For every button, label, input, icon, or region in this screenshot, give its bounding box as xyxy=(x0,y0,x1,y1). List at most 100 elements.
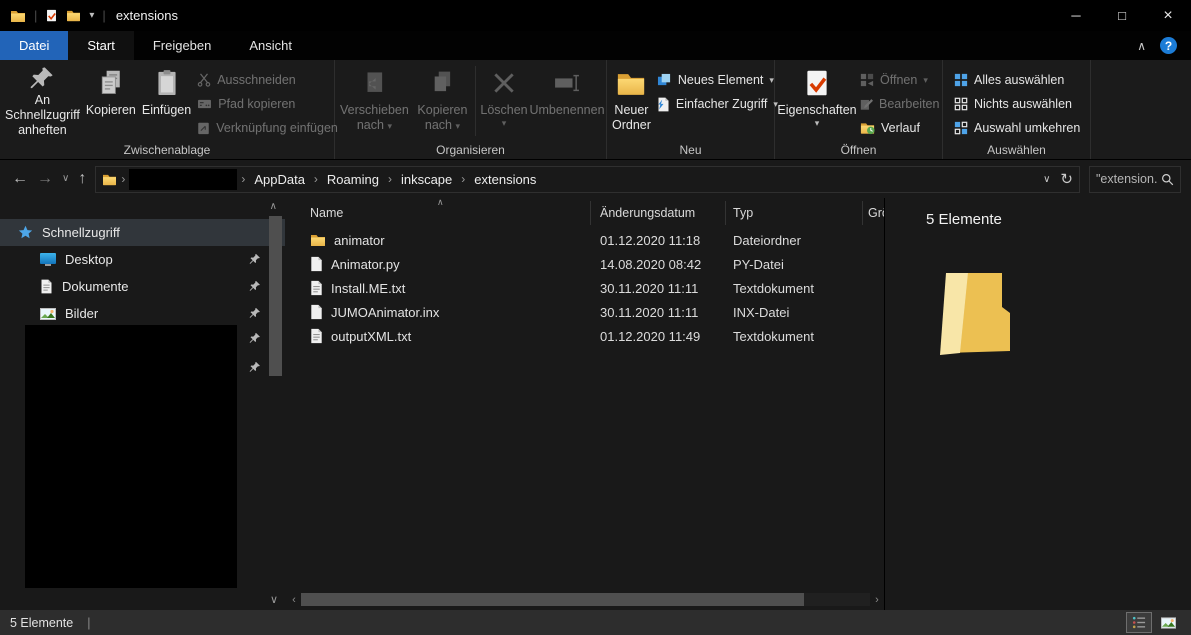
open-button[interactable]: Öffnen ▾ xyxy=(857,70,942,90)
sidebar-item-documents[interactable]: Dokumente xyxy=(0,273,285,300)
qat-properties-button[interactable] xyxy=(45,9,58,22)
select-all-button[interactable]: Alles auswählen xyxy=(951,70,1083,90)
maximize-button[interactable]: □ xyxy=(1099,0,1145,31)
breadcrumb-segment[interactable]: extensions xyxy=(469,172,541,187)
column-separator[interactable] xyxy=(862,201,863,225)
select-none-icon xyxy=(954,97,968,111)
recent-locations-dropdown[interactable]: ∨ xyxy=(62,174,69,184)
address-dropdown-icon[interactable]: ∨ xyxy=(1043,174,1050,185)
breadcrumb-segment[interactable]: inkscape xyxy=(396,172,457,187)
tab-freigeben[interactable]: Freigeben xyxy=(134,31,231,60)
select-none-button[interactable]: Nichts auswählen xyxy=(951,94,1083,114)
breadcrumb-separator: › xyxy=(241,172,245,186)
explorer-app-icon xyxy=(10,9,26,23)
column-header-date[interactable]: Änderungsdatum xyxy=(600,206,733,220)
close-button[interactable]: × xyxy=(1145,0,1191,31)
column-header-row: ∧ Name Änderungsdatum Typ Größe xyxy=(285,198,884,228)
qat-new-folder-button[interactable] xyxy=(66,9,81,22)
search-input[interactable] xyxy=(1096,172,1157,186)
group-label-clipboard: Zwischenablage xyxy=(0,143,334,157)
collapse-ribbon-icon[interactable]: ∧ xyxy=(1137,39,1146,53)
details-view-button[interactable] xyxy=(1126,612,1152,633)
ribbon-group-clipboard: An Schnellzugriff anheften Kopieren xyxy=(0,60,335,159)
file-row[interactable]: Install.ME.txt 30.11.2020 11:11 Textdoku… xyxy=(285,276,884,300)
text-file-icon xyxy=(310,280,323,296)
tab-start[interactable]: Start xyxy=(68,31,133,60)
column-header-name[interactable]: Name xyxy=(285,206,600,220)
column-header-type[interactable]: Typ xyxy=(733,206,868,220)
sidebar-scroll-down-icon[interactable]: ∨ xyxy=(270,593,278,606)
new-folder-icon xyxy=(616,70,646,97)
file-row[interactable]: animator 01.12.2020 11:18 Dateiordner xyxy=(285,228,884,252)
properties-button[interactable]: Eigenschaften ▾ xyxy=(777,63,857,139)
ribbon-group-select: Alles auswählen Nichts auswählen xyxy=(943,60,1091,159)
forward-button[interactable]: → xyxy=(37,171,53,187)
horizontal-scrollbar-track[interactable] xyxy=(804,593,870,606)
navigation-pane: Schnellzugriff Desktop Dokumente xyxy=(0,198,285,610)
group-inner-separator xyxy=(475,66,476,136)
edit-button[interactable]: Bearbeiten xyxy=(857,94,942,114)
sidebar-item-desktop[interactable]: Desktop xyxy=(0,246,285,273)
address-row: ← → ∨ ↑ › › AppData › Roaming › inkscape… xyxy=(0,160,1191,198)
title-bar: | ▾ | extensions ─ □ × xyxy=(0,0,1191,31)
paste-shortcut-button[interactable]: Verknüpfung einfügen xyxy=(194,118,341,138)
thumbnail-view-icon xyxy=(1161,617,1176,629)
copy-button[interactable]: Kopieren xyxy=(83,63,139,139)
ribbon: An Schnellzugriff anheften Kopieren xyxy=(0,60,1191,160)
file-row[interactable]: JUMOAnimator.inx 30.11.2020 11:11 INX-Da… xyxy=(285,300,884,324)
tab-ansicht[interactable]: Ansicht xyxy=(230,31,311,60)
properties-icon xyxy=(45,9,58,22)
delete-button[interactable]: Löschen ▾ xyxy=(478,63,530,139)
breadcrumb-separator: › xyxy=(121,172,125,186)
minimize-button[interactable]: ─ xyxy=(1053,0,1099,31)
sidebar-item-pictures[interactable]: Bilder xyxy=(0,300,285,327)
column-separator[interactable] xyxy=(590,201,591,225)
documents-icon xyxy=(40,279,53,294)
open-icon xyxy=(860,73,874,87)
breadcrumb-segment[interactable]: AppData xyxy=(249,172,310,187)
column-separator[interactable] xyxy=(725,201,726,225)
pin-icon xyxy=(249,280,261,292)
paste-button[interactable]: Einfügen xyxy=(139,63,194,139)
tab-datei[interactable]: Datei xyxy=(0,31,68,60)
dropdown-icon: ▾ xyxy=(455,121,460,131)
horizontal-scrollbar[interactable]: ‹ › xyxy=(287,592,884,607)
titlebar-separator: | xyxy=(34,8,37,23)
sidebar-scroll-up-icon[interactable]: ∧ xyxy=(270,201,277,212)
sidebar-item-quick-access[interactable]: Schnellzugriff xyxy=(0,219,285,246)
cut-button[interactable]: Ausschneiden xyxy=(194,70,341,90)
new-folder-button[interactable]: Neuer Ordner xyxy=(609,63,654,139)
qat-customize-dropdown[interactable]: ▾ xyxy=(89,10,94,21)
help-icon[interactable]: ? xyxy=(1160,37,1177,54)
sidebar-scrollbar-thumb[interactable] xyxy=(269,216,282,376)
new-item-button[interactable]: Neues Element ▾ xyxy=(654,70,781,90)
invert-selection-button[interactable]: Auswahl umkehren xyxy=(951,118,1083,138)
back-button[interactable]: ← xyxy=(12,171,28,187)
scroll-left-icon[interactable]: ‹ xyxy=(287,594,301,606)
thumbnail-view-button[interactable] xyxy=(1155,612,1181,633)
easy-access-button[interactable]: Einfacher Zugriff ▾ xyxy=(654,94,781,114)
pin-to-quick-access-button[interactable]: An Schnellzugriff anheften xyxy=(2,63,83,139)
pictures-icon xyxy=(40,308,56,320)
refresh-icon[interactable]: ↻ xyxy=(1060,170,1073,188)
pin-icon xyxy=(249,332,261,344)
rename-button[interactable]: Umbenennen xyxy=(530,63,604,139)
window-title: extensions xyxy=(116,8,178,23)
up-button[interactable]: ↑ xyxy=(78,171,86,187)
move-to-button[interactable]: Verschieben nach ▾ xyxy=(337,63,412,139)
scroll-right-icon[interactable]: › xyxy=(870,594,884,606)
history-button[interactable]: Verlauf xyxy=(857,118,942,138)
main-area: Schnellzugriff Desktop Dokumente xyxy=(0,198,1191,610)
horizontal-scrollbar-thumb[interactable] xyxy=(301,593,804,606)
file-row[interactable]: outputXML.txt 01.12.2020 11:49 Textdokum… xyxy=(285,324,884,348)
file-row[interactable]: Animator.py 14.08.2020 08:42 PY-Datei xyxy=(285,252,884,276)
copy-to-button[interactable]: Kopieren nach ▾ xyxy=(412,63,473,139)
column-header-size[interactable]: Größe xyxy=(868,206,884,220)
history-icon xyxy=(860,121,875,135)
search-box[interactable] xyxy=(1089,166,1181,193)
breadcrumb-segment[interactable]: Roaming xyxy=(322,172,384,187)
ribbon-group-new: Neuer Ordner Neues Element ▾ Einfacher Z… xyxy=(607,60,775,159)
easy-access-icon xyxy=(657,97,670,112)
address-bar[interactable]: › › AppData › Roaming › inkscape › exten… xyxy=(95,166,1080,193)
copy-path-button[interactable]: Pfad kopieren xyxy=(194,94,341,114)
